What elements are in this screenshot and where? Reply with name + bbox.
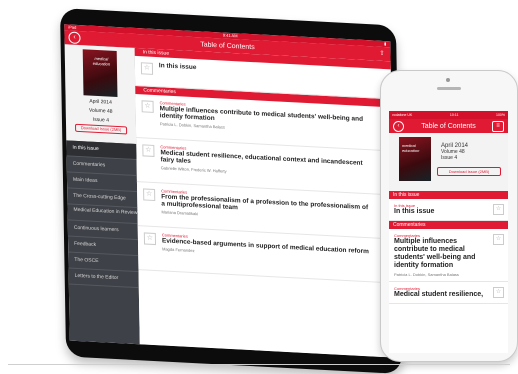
section-header-in-this-issue: In this issue	[389, 191, 508, 199]
star-icon[interactable]: ☆	[493, 204, 504, 215]
iphone-camera	[446, 78, 450, 82]
star-icon[interactable]: ☆	[142, 144, 155, 157]
article-title: Medical student resilience,	[394, 291, 484, 298]
star-icon[interactable]: ☆	[143, 232, 157, 246]
download-issue-button[interactable]: Download Issue (2MB)	[75, 123, 128, 135]
iphone-speaker	[437, 87, 461, 90]
article-title: Multiple influences contribute to medica…	[394, 238, 476, 269]
article-authors: Patricia L. Dobkin, Samantha Balass	[394, 272, 459, 277]
ipad-bezel: iPad 9:41 AM ▮ ‹ Table of Contents ⇪ med…	[60, 8, 403, 374]
ipad-content: In this issue ☆ In this issue Commentari…	[134, 47, 396, 358]
cover-title: medical education	[92, 55, 111, 67]
iphone-screen: vodafone UK 10:11 100% ‹ Table of Conten…	[389, 111, 508, 353]
share-icon[interactable]: ⇪	[379, 50, 384, 57]
star-icon[interactable]: ☆	[493, 287, 504, 298]
issue-cover-panel: medical education April 2014 Volume 48 I…	[64, 44, 137, 145]
iphone-nav-bar: ‹ Table of Contents ≡	[389, 119, 508, 133]
article-row[interactable]: Commentaries Medical student resilience,…	[389, 282, 508, 304]
status-time: 10:11	[449, 113, 459, 117]
star-icon[interactable]: ☆	[140, 62, 154, 75]
status-battery: 100%	[496, 113, 505, 117]
divider-line	[8, 364, 510, 365]
article-row[interactable]: In this issue In this issue ☆	[389, 199, 508, 221]
sidebar-item-letters[interactable]: Letters to the Editor	[68, 268, 139, 289]
issue-cover-image[interactable]: medical education	[399, 137, 431, 181]
star-icon[interactable]: ☆	[141, 100, 154, 113]
nav-title: Table of Contents	[421, 122, 476, 130]
iphone-status-bar: vodafone UK 10:11 100%	[389, 111, 508, 119]
status-carrier: vodafone UK	[392, 113, 413, 117]
ipad-screen: iPad 9:41 AM ▮ ‹ Table of Contents ⇪ med…	[64, 24, 396, 358]
cover-title: medical education	[402, 143, 420, 153]
issue-cover-image[interactable]: medical education	[82, 49, 118, 98]
star-icon[interactable]: ☆	[143, 188, 156, 202]
issue-number: Issue 4	[441, 155, 458, 161]
iphone-device: vodafone UK 10:11 100% ‹ Table of Conten…	[380, 70, 518, 362]
article-title: In this issue	[394, 208, 435, 215]
issue-cover-panel: medical education April 2014 Volume 48 I…	[389, 133, 508, 191]
list-icon[interactable]: ≡	[492, 121, 504, 132]
star-icon[interactable]: ☆	[493, 234, 504, 245]
article-row[interactable]: Commentaries Multiple influences contrib…	[389, 229, 508, 282]
issue-date: April 2014	[89, 98, 112, 106]
section-header-commentaries: Commentaries	[389, 221, 508, 229]
issue-volume: Volume 48	[88, 107, 113, 115]
ipad-sidebar: medical education April 2014 Volume 48 I…	[64, 44, 140, 345]
issue-info: April 2014 Volume 48 Issue 4	[441, 143, 468, 161]
ipad-device: iPad 9:41 AM ▮ ‹ Table of Contents ⇪ med…	[60, 8, 403, 374]
download-issue-button[interactable]: Download Issue (2MB)	[437, 167, 501, 176]
